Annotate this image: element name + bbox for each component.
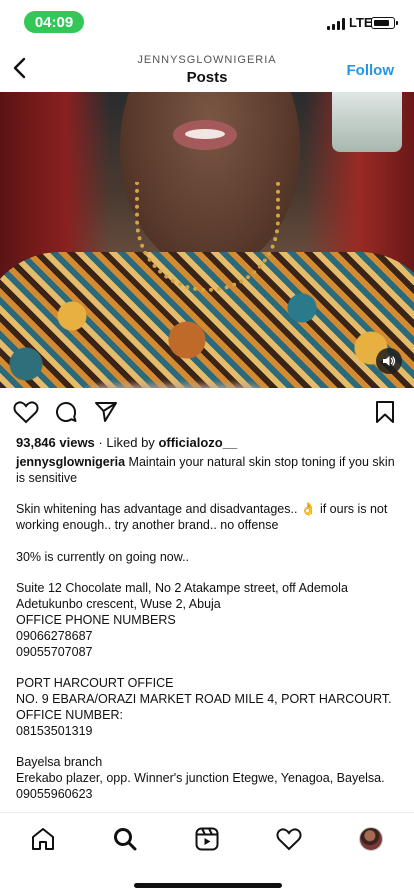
post-meta: 93,846 views · Liked by officialozo__ xyxy=(16,435,237,450)
caption-spacer xyxy=(16,660,402,676)
caption-line: 08153501319 xyxy=(16,723,93,738)
network-label: LTE xyxy=(349,15,373,30)
caption-username[interactable]: jennysglownigeria xyxy=(16,455,125,469)
avatar xyxy=(359,827,383,851)
post-caption: jennysglownigeria Maintain your natural … xyxy=(16,455,402,803)
caption-line: OFFICE NUMBER: xyxy=(16,707,123,722)
page-title: Posts xyxy=(186,69,228,86)
bookmark-icon xyxy=(376,401,394,423)
status-time: 04:09 xyxy=(24,11,84,33)
caption-line: 09055707087 xyxy=(16,644,93,659)
sound-toggle-button[interactable] xyxy=(376,348,402,374)
caption-spacer xyxy=(16,739,402,755)
meta-separator: · xyxy=(98,435,103,450)
search-icon xyxy=(114,828,137,851)
liked-by-label: Liked by xyxy=(106,435,155,450)
views-count: 93,846 views xyxy=(16,435,95,450)
caption-spacer xyxy=(16,566,402,582)
bottom-navigation xyxy=(0,812,414,896)
liked-by-user[interactable]: officialozo__ xyxy=(158,435,237,450)
paper-plane-icon xyxy=(95,402,117,422)
caption-line: 09055960623 xyxy=(16,786,93,801)
signal-icon xyxy=(327,18,345,30)
caption-spacer xyxy=(16,534,402,550)
post-actions xyxy=(0,398,414,428)
chevron-left-icon xyxy=(13,57,26,79)
nav-profile[interactable] xyxy=(357,825,385,853)
save-button[interactable] xyxy=(371,398,399,426)
comment-icon xyxy=(56,402,77,422)
account-name[interactable]: JENNYSGLOWNIGERIA xyxy=(100,54,314,66)
follow-button[interactable]: Follow xyxy=(347,62,395,79)
share-button[interactable] xyxy=(92,398,120,426)
caption-line: OFFICE PHONE NUMBERS xyxy=(16,612,176,627)
home-icon xyxy=(32,828,54,850)
heart-icon xyxy=(13,401,39,424)
like-button[interactable] xyxy=(12,398,40,426)
post-video[interactable] xyxy=(0,92,414,388)
heart-icon xyxy=(276,828,302,851)
nav-activity[interactable] xyxy=(275,825,303,853)
header-titles: JENNYSGLOWNIGERIA Posts xyxy=(100,54,314,86)
caption-line: 09066278687 xyxy=(16,628,93,643)
caption-line: Erekabo plazer, opp. Winner's junction E… xyxy=(16,770,385,785)
caption-line: Skin whitening has advantage and disadva… xyxy=(16,502,388,533)
back-button[interactable] xyxy=(6,54,34,82)
reels-icon xyxy=(195,827,219,851)
nav-search[interactable] xyxy=(111,825,139,853)
home-indicator xyxy=(134,883,282,888)
post-header: JENNYSGLOWNIGERIA Posts Follow xyxy=(0,46,414,92)
battery-icon xyxy=(371,17,398,29)
speaker-icon xyxy=(383,356,396,366)
caption-line: 30% is currently on going now.. xyxy=(16,549,190,564)
caption-spacer xyxy=(16,487,402,503)
nav-reels[interactable] xyxy=(193,825,221,853)
nav-home[interactable] xyxy=(29,825,57,853)
comment-button[interactable] xyxy=(52,398,80,426)
caption-line: NO. 9 EBARA/ORAZI MARKET ROAD MILE 4, PO… xyxy=(16,691,392,706)
caption-line: PORT HARCOURT OFFICE xyxy=(16,676,174,691)
caption-line: Suite 12 Chocolate mall, No 2 Atakampe s… xyxy=(16,581,348,612)
caption-line: Bayelsa branch xyxy=(16,755,103,770)
status-bar: 04:09 LTE xyxy=(0,0,414,44)
